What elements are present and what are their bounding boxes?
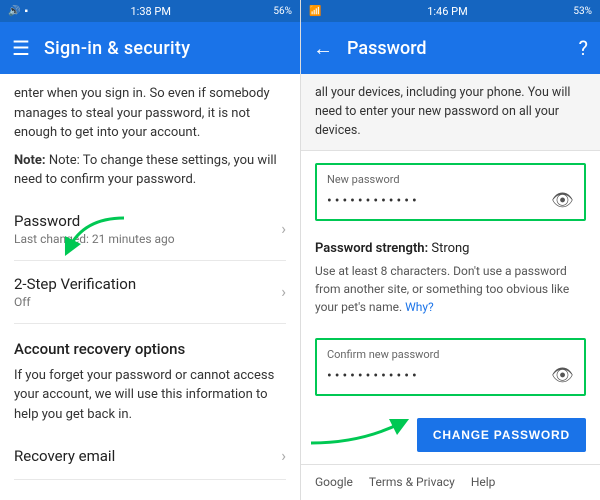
confirm-password-value[interactable]: ••••••••••••	[327, 368, 551, 384]
signal-icon: ▪	[24, 6, 28, 17]
left-status-icons: 🔊 ▪	[8, 6, 28, 17]
password-item-title: Password	[14, 212, 175, 230]
google-footer-link[interactable]: Google	[315, 475, 353, 489]
right-header-title: Password	[347, 38, 579, 59]
two-step-item-info: 2-Step Verification Off	[14, 275, 136, 309]
account-recovery-header: Account recovery options	[14, 324, 286, 366]
change-password-button[interactable]: CHANGE PASSWORD	[417, 418, 586, 452]
strength-value: Strong	[431, 241, 469, 256]
left-right-icons: 56%	[273, 6, 292, 17]
footer-links: Google Terms & Privacy Help	[301, 464, 600, 499]
right-status-bar: 📶 1:46 PM 53%	[301, 0, 600, 22]
right-status-left-icons: 📶	[309, 6, 321, 17]
strength-desc: Use at least 8 characters. Don't use a p…	[315, 262, 586, 316]
left-battery: 56%	[273, 6, 292, 17]
account-recovery-desc: If you forget your password or cannot ac…	[14, 366, 286, 425]
recovery-email-info: Recovery email	[14, 447, 115, 465]
back-arrow-icon[interactable]: ←	[313, 36, 333, 61]
right-time: 1:46 PM	[427, 5, 467, 18]
strength-text: Password strength: Strong	[315, 241, 586, 256]
right-panel: 📶 1:46 PM 53% ← Password ? all your devi…	[300, 0, 600, 500]
why-link[interactable]: Why?	[405, 300, 434, 314]
strength-section: Password strength: Strong Use at least 8…	[301, 233, 600, 326]
green-arrow-right	[301, 398, 421, 448]
note-text: Note: Note: To change these settings, yo…	[14, 151, 286, 190]
right-header: ← Password ?	[301, 22, 600, 74]
menu-icon[interactable]: ☰	[12, 36, 30, 60]
strength-label: Password strength:	[315, 241, 428, 256]
recovery-email-chevron: ›	[281, 446, 286, 465]
note-desc: Note: To change these settings, you will…	[14, 153, 277, 188]
wifi-icon: 📶	[309, 6, 321, 17]
note-label: Note:	[14, 153, 46, 168]
change-btn-area: CHANGE PASSWORD	[301, 408, 600, 464]
confirm-password-container[interactable]: Confirm new password •••••••••••• 👁	[315, 338, 586, 396]
confirm-password-label: Confirm new password	[327, 348, 574, 361]
two-step-menu-item[interactable]: 2-Step Verification Off ›	[14, 261, 286, 324]
new-password-row: •••••••••••• 👁	[327, 190, 574, 211]
info-box: all your devices, including your phone. …	[301, 74, 600, 151]
confirm-password-eye-icon[interactable]: 👁	[551, 365, 574, 386]
recovery-email-title: Recovery email	[14, 447, 115, 465]
left-content: enter when you sign in. So even if someb…	[0, 74, 300, 500]
right-content: all your devices, including your phone. …	[301, 74, 600, 500]
left-header-title: Sign-in & security	[44, 38, 190, 59]
right-battery: 53%	[573, 6, 592, 17]
new-password-label: New password	[327, 173, 574, 186]
two-step-chevron: ›	[281, 282, 286, 301]
left-body-text: enter when you sign in. So even if someb…	[14, 84, 286, 143]
confirm-password-row: •••••••••••• 👁	[327, 365, 574, 386]
speaker-icon: 🔊	[8, 6, 20, 17]
password-menu-item[interactable]: Password Last changed: 21 minutes ago ›	[14, 198, 286, 261]
password-chevron: ›	[281, 219, 286, 238]
new-password-eye-icon[interactable]: 👁	[551, 190, 574, 211]
strength-desc-text: Use at least 8 characters. Don't use a p…	[315, 264, 569, 314]
left-time: 1:38 PM	[130, 5, 170, 18]
two-step-item-title: 2-Step Verification	[14, 275, 136, 293]
left-panel: 🔊 ▪ 1:38 PM 56% ☰ Sign-in & security ent…	[0, 0, 300, 500]
help-footer-link[interactable]: Help	[471, 475, 496, 489]
recovery-email-item[interactable]: Recovery email ›	[14, 432, 286, 480]
password-item-subtitle: Last changed: 21 minutes ago	[14, 232, 175, 246]
help-icon[interactable]: ?	[579, 36, 588, 60]
new-password-value[interactable]: ••••••••••••	[327, 193, 551, 209]
info-text: all your devices, including your phone. …	[315, 85, 570, 138]
new-password-container[interactable]: New password •••••••••••• 👁	[315, 163, 586, 221]
two-step-item-subtitle: Off	[14, 295, 136, 309]
terms-privacy-footer-link[interactable]: Terms & Privacy	[369, 475, 455, 489]
right-status-right-icons: 53%	[573, 6, 592, 17]
left-header: ☰ Sign-in & security	[0, 22, 300, 74]
password-item-info: Password Last changed: 21 minutes ago	[14, 212, 175, 246]
left-status-bar: 🔊 ▪ 1:38 PM 56%	[0, 0, 300, 22]
